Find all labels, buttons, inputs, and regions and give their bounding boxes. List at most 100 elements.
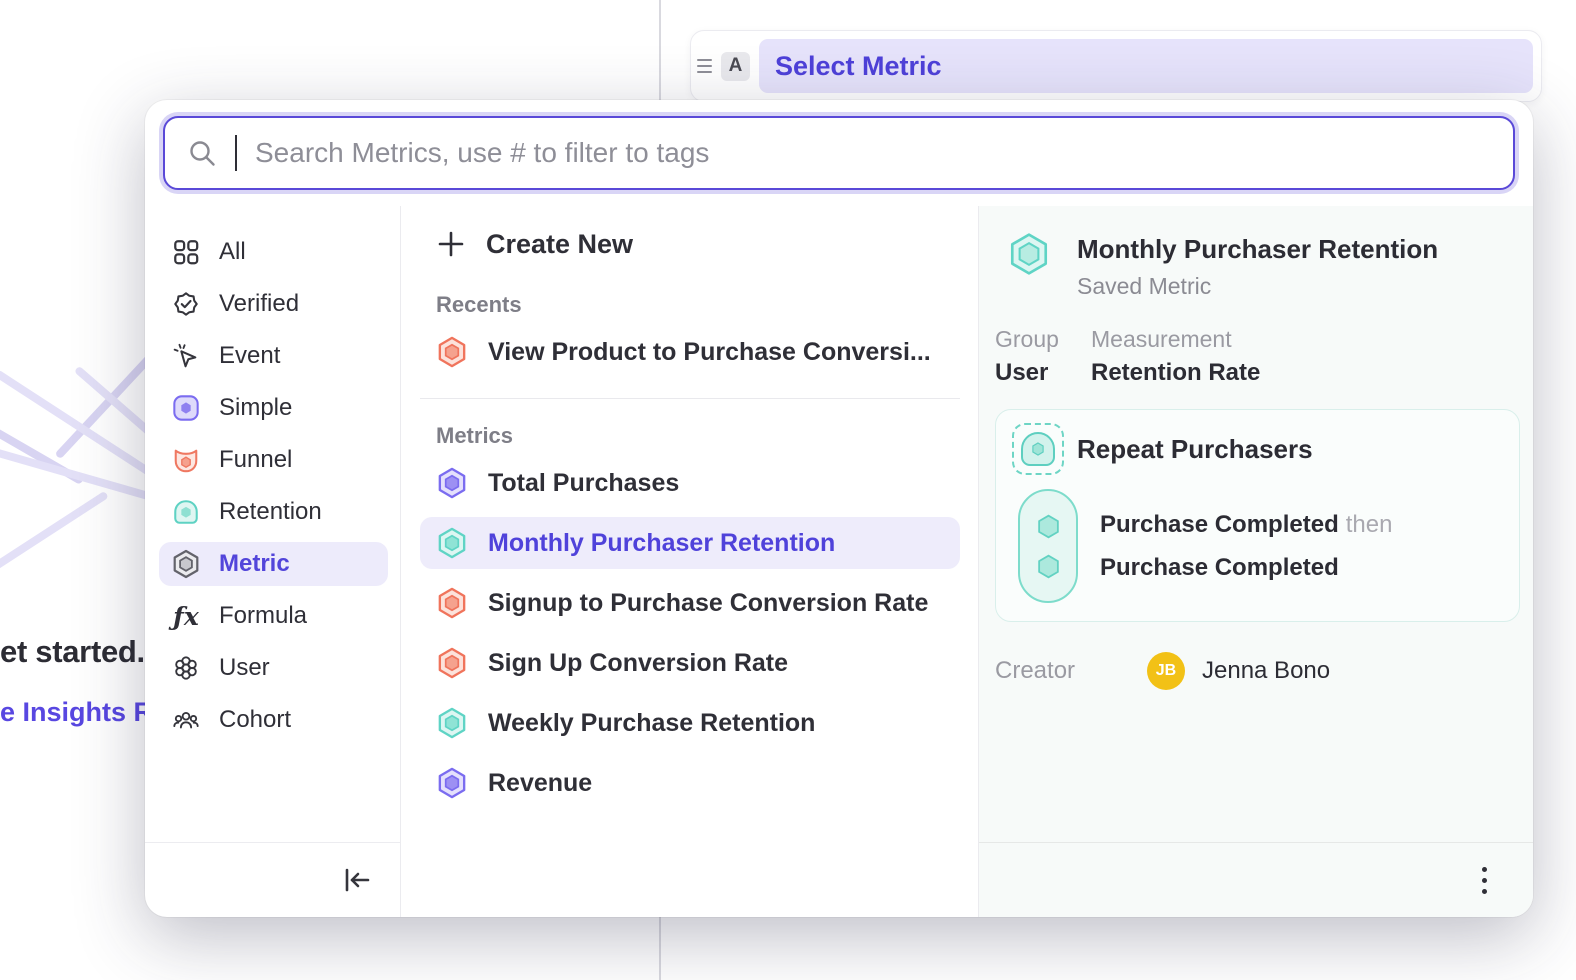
funnel-hexagon-icon <box>436 587 468 619</box>
metric-item-label: Signup to Purchase Conversion Rate <box>488 589 928 618</box>
event-cursor-icon <box>171 341 201 371</box>
cohort-people-icon <box>171 705 201 735</box>
metric-row-bar: A Select Metric <box>690 30 1542 102</box>
collapse-sidebar-icon[interactable] <box>342 865 372 895</box>
step-two-event: Purchase Completed <box>1100 554 1392 582</box>
get-started-text: et started. <box>0 634 145 670</box>
section-divider <box>420 398 960 399</box>
step-connector: then <box>1346 511 1393 538</box>
retention-hexagon-icon <box>436 527 468 559</box>
metric-item-revenue[interactable]: Revenue <box>420 757 960 809</box>
metric-item-monthly-purchaser-retention[interactable]: Monthly Purchaser Retention <box>420 517 960 569</box>
user-cluster-icon <box>171 653 201 683</box>
sidebar-item-event[interactable]: Event <box>159 334 388 378</box>
simple-metric-icon <box>171 393 201 423</box>
sidebar-item-verified[interactable]: Verified <box>159 282 388 326</box>
sidebar-item-label: Metric <box>219 550 290 578</box>
sidebar-item-label: Cohort <box>219 706 291 734</box>
metric-detail-panel: Monthly Purchaser Retention Saved Metric… <box>979 206 1533 917</box>
metric-hexagon-icon <box>171 549 201 579</box>
sidebar-item-simple[interactable]: Simple <box>159 386 388 430</box>
sidebar-item-formula[interactable]: ƒx Formula <box>159 594 388 638</box>
metric-item-label: Sign Up Conversion Rate <box>488 649 788 678</box>
metric-item-label: Revenue <box>488 769 592 798</box>
sidebar-item-user[interactable]: User <box>159 646 388 690</box>
sidebar-item-cohort[interactable]: Cohort <box>159 698 388 742</box>
group-label: Group <box>995 326 1065 353</box>
cohort-definition-icon <box>1012 423 1064 475</box>
create-new-label: Create New <box>486 229 633 260</box>
funnel-hexagon-icon <box>436 647 468 679</box>
search-bar[interactable] <box>163 116 1515 190</box>
recent-item-view-product-to-purchase[interactable]: View Product to Purchase Conversi... <box>420 326 960 378</box>
creator-avatar: JB <box>1147 652 1185 690</box>
verified-badge-icon <box>171 289 201 319</box>
metric-list-column: Create New Recents View Product to Purch… <box>402 206 979 917</box>
step-hexagon-icon <box>1035 553 1062 580</box>
metric-selector-screen: et started. e Insights Re A Select Metri… <box>0 0 1576 980</box>
grid-icon <box>171 237 201 267</box>
select-metric-button[interactable]: Select Metric <box>759 39 1533 93</box>
text-caret <box>235 135 237 171</box>
sidebar-item-all[interactable]: All <box>159 230 388 274</box>
detail-header: Monthly Purchaser Retention Saved Metric <box>979 206 1533 300</box>
select-metric-label: Select Metric <box>775 51 942 82</box>
detail-subtitle: Saved Metric <box>1077 273 1438 300</box>
funnel-metric-icon <box>171 445 201 475</box>
create-new-button[interactable]: Create New <box>420 220 960 268</box>
sidebar-item-label: User <box>219 654 270 682</box>
definition-name: Repeat Purchasers <box>1077 434 1313 465</box>
creator-label: Creator <box>995 657 1147 685</box>
metric-item-label: Total Purchases <box>488 469 679 498</box>
retention-hexagon-icon <box>1007 232 1051 276</box>
step-hexagon-icon <box>1035 513 1062 540</box>
background-chart-decoration <box>0 330 148 630</box>
sidebar-item-metric[interactable]: Metric <box>159 542 388 586</box>
metric-item-sign-up-conversion-rate[interactable]: Sign Up Conversion Rate <box>420 637 960 689</box>
simple-hexagon-icon <box>436 767 468 799</box>
measurement-label: Measurement <box>1091 326 1260 353</box>
sidebar-item-label: All <box>219 238 246 266</box>
sidebar-footer <box>145 842 400 917</box>
creator-name: Jenna Bono <box>1202 657 1330 685</box>
search-icon <box>187 138 217 168</box>
simple-hexagon-icon <box>436 467 468 499</box>
retention-definition-card: Repeat Purchasers Purchase Completed then… <box>995 409 1520 622</box>
group-value: User <box>995 359 1065 387</box>
detail-meta: Group User Measurement Retention Rate <box>995 326 1533 387</box>
detail-footer <box>979 842 1533 917</box>
more-options-icon[interactable] <box>1476 861 1493 900</box>
measurement-value: Retention Rate <box>1091 359 1260 387</box>
step-one-event: Purchase Completed <box>1100 511 1339 538</box>
funnel-hexagon-icon <box>436 336 468 368</box>
search-input[interactable] <box>255 137 1491 169</box>
insights-report-link[interactable]: e Insights Re <box>0 697 168 728</box>
creator-row: Creator JB Jenna Bono <box>995 652 1533 690</box>
metric-item-total-purchases[interactable]: Total Purchases <box>420 457 960 509</box>
step-one-line: Purchase Completed then <box>1100 511 1392 539</box>
formula-icon: ƒx <box>171 601 201 631</box>
sidebar-item-label: Simple <box>219 394 292 422</box>
retention-hexagon-icon <box>436 707 468 739</box>
retention-metric-icon <box>171 497 201 527</box>
metric-item-label: Weekly Purchase Retention <box>488 709 815 738</box>
sidebar-item-label: Retention <box>219 498 322 526</box>
sidebar-item-label: Formula <box>219 602 307 630</box>
recents-section-label: Recents <box>436 292 960 318</box>
sidebar-item-funnel[interactable]: Funnel <box>159 438 388 482</box>
type-filter-sidebar: All Verified <box>145 206 401 917</box>
sidebar-item-label: Verified <box>219 290 299 318</box>
sidebar-item-label: Funnel <box>219 446 292 474</box>
search-focus-ring <box>159 112 1519 194</box>
metric-item-signup-to-purchase-conversion-rate[interactable]: Signup to Purchase Conversion Rate <box>420 577 960 629</box>
detail-title: Monthly Purchaser Retention <box>1077 234 1438 265</box>
drag-handle-icon[interactable] <box>697 59 712 73</box>
metric-selector-modal: All Verified <box>145 100 1533 917</box>
metric-item-weekly-purchase-retention[interactable]: Weekly Purchase Retention <box>420 697 960 749</box>
metric-item-label: Monthly Purchaser Retention <box>488 529 835 558</box>
series-a-badge: A <box>721 52 750 81</box>
sidebar-item-retention[interactable]: Retention <box>159 490 388 534</box>
sidebar-item-label: Event <box>219 342 280 370</box>
retention-steps-capsule <box>1018 489 1078 603</box>
plus-icon <box>436 229 466 259</box>
